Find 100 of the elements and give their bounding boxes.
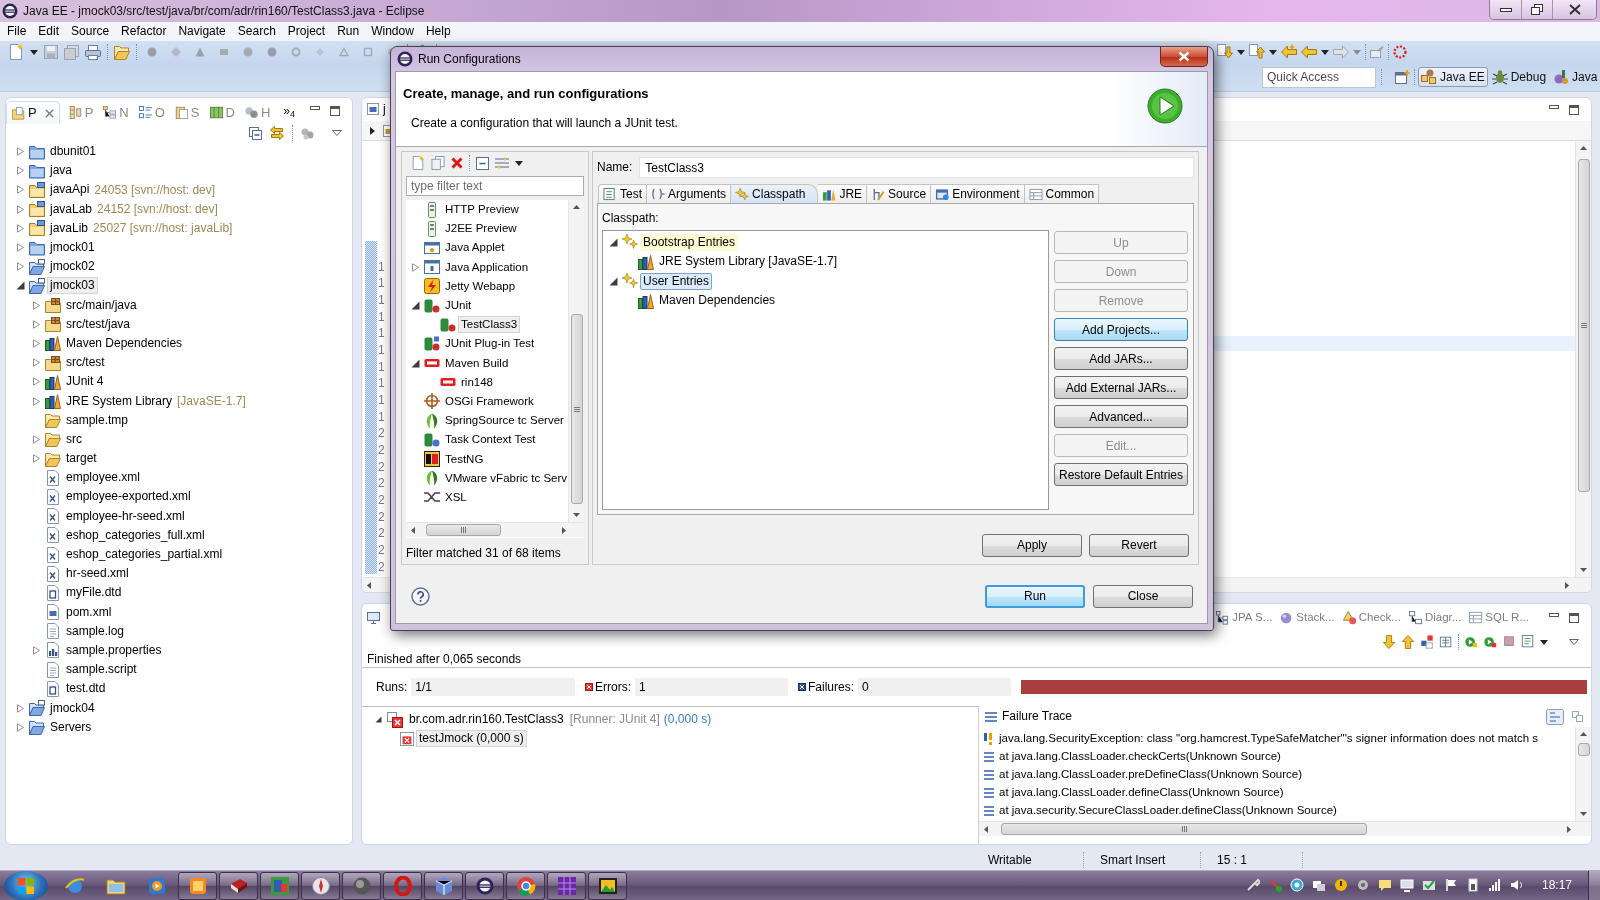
arrow-down-icon[interactable] bbox=[1382, 635, 1396, 649]
tree-item[interactable]: rin148 bbox=[458, 373, 496, 391]
dot-icon[interactable] bbox=[267, 47, 277, 57]
play-icon[interactable] bbox=[146, 875, 167, 896]
vertical-scrollbar[interactable] bbox=[568, 200, 584, 522]
tree-item[interactable]: target bbox=[63, 450, 100, 468]
tree-item[interactable]: employee-exported.xml bbox=[63, 488, 194, 506]
scroll-right-icon[interactable] bbox=[1567, 825, 1571, 833]
tree-item[interactable]: sample.log bbox=[63, 622, 128, 640]
disc-icon[interactable] bbox=[1355, 878, 1370, 893]
monitor-icon[interactable] bbox=[367, 612, 380, 624]
tab[interactable]: Arguments bbox=[647, 184, 732, 203]
scroll-up-icon[interactable] bbox=[573, 205, 580, 209]
expand-icon[interactable] bbox=[32, 319, 41, 329]
side-button[interactable]: Add Projects... bbox=[1054, 318, 1188, 342]
taskbar-button[interactable] bbox=[260, 871, 299, 900]
tree-item[interactable]: JUnit bbox=[442, 297, 475, 315]
folder-icon[interactable] bbox=[114, 44, 130, 60]
view-tab[interactable]: Diagr... bbox=[1408, 611, 1462, 625]
view-tab[interactable]: S bbox=[169, 101, 205, 124]
tree-item[interactable]: Bootstrap Entries bbox=[640, 233, 739, 251]
side-button[interactable]: Restore Default Entries bbox=[1054, 463, 1188, 487]
test-item[interactable]: testJmock (0,000 s) bbox=[416, 730, 527, 748]
tree-item[interactable]: sample.script bbox=[63, 661, 140, 679]
speaker-icon[interactable] bbox=[1509, 878, 1524, 893]
caret-icon[interactable] bbox=[1269, 49, 1277, 55]
stop-icon[interactable] bbox=[1502, 635, 1516, 649]
trace-line[interactable]: java.lang.SecurityException: class "org.hamcrest.TypeSafeMatcher"'s signer information does not match s bbox=[999, 732, 1538, 746]
globe-icon[interactable] bbox=[1289, 878, 1304, 893]
tree-item[interactable]: Java Application bbox=[442, 258, 532, 276]
tree-item[interactable]: Task Context Test bbox=[442, 431, 539, 449]
expand-icon[interactable] bbox=[32, 300, 41, 310]
minimize-button[interactable] bbox=[1490, 0, 1521, 19]
tree-item[interactable]: java bbox=[47, 162, 75, 180]
view-tab[interactable]: H bbox=[239, 101, 276, 124]
menu-item[interactable]: Run bbox=[331, 22, 366, 41]
view-menu-icon[interactable] bbox=[332, 130, 342, 136]
horizontal-scrollbar[interactable] bbox=[979, 821, 1591, 836]
expand-icon[interactable] bbox=[16, 703, 25, 713]
menu-item[interactable]: Source bbox=[65, 22, 116, 41]
trace-line[interactable]: at java.lang.ClassLoader.defineClass(Unknown Source) bbox=[999, 786, 1284, 800]
expand-icon[interactable] bbox=[32, 454, 41, 464]
side-button[interactable]: Add External JARs... bbox=[1054, 376, 1188, 400]
window-plus-icon[interactable] bbox=[1395, 70, 1410, 84]
expand-icon[interactable] bbox=[16, 147, 25, 157]
play-circle-icon[interactable] bbox=[1464, 635, 1478, 649]
tree-item[interactable]: Java Applet bbox=[442, 239, 508, 257]
menu-item[interactable]: Window bbox=[365, 22, 420, 41]
caret-icon[interactable] bbox=[1237, 49, 1245, 55]
wrench-icon[interactable] bbox=[1245, 878, 1260, 893]
collapse-all-icon[interactable] bbox=[476, 156, 489, 170]
perspective-button[interactable]: Debug bbox=[1488, 67, 1550, 87]
tree-item[interactable]: Maven Build bbox=[442, 354, 512, 372]
collapse-icon[interactable] bbox=[411, 358, 420, 368]
scrollbar-thumb[interactable] bbox=[426, 524, 501, 536]
collapse-all-icon[interactable] bbox=[249, 126, 262, 140]
expand-icon[interactable] bbox=[16, 185, 25, 195]
overlapping-windows-icon[interactable] bbox=[1311, 878, 1326, 893]
tree-item[interactable]: JRE System Library bbox=[63, 392, 176, 410]
page-icon[interactable] bbox=[1521, 635, 1535, 649]
dot-icon[interactable] bbox=[243, 47, 253, 57]
collapse-icon[interactable] bbox=[16, 281, 25, 291]
menu-item[interactable]: Refactor bbox=[115, 22, 173, 41]
tree-item[interactable]: jmock03 bbox=[47, 277, 98, 295]
split-view-icon[interactable] bbox=[1546, 708, 1564, 725]
trace-line[interactable]: at java.lang.ClassLoader.checkCerts(Unknown Source) bbox=[999, 750, 1281, 764]
dot-icon[interactable] bbox=[147, 47, 157, 57]
scroll-left-icon[interactable] bbox=[411, 526, 415, 534]
globe-icon[interactable] bbox=[64, 875, 85, 896]
action-button[interactable]: Apply bbox=[982, 534, 1082, 557]
tree-item[interactable]: src/main/java bbox=[63, 296, 140, 314]
minimize-icon[interactable] bbox=[1549, 104, 1559, 109]
caret-icon[interactable] bbox=[1540, 639, 1548, 645]
minimize-icon[interactable] bbox=[310, 106, 320, 110]
tree-item[interactable]: eshop_categories_partial.xml bbox=[63, 546, 226, 564]
taskbar-button[interactable] bbox=[465, 871, 504, 900]
scrollbar-thumb[interactable] bbox=[1577, 159, 1590, 492]
expand-icon[interactable] bbox=[16, 262, 25, 272]
collapse-icon[interactable] bbox=[609, 276, 618, 286]
taskbar-button[interactable] bbox=[424, 871, 463, 900]
expand-icon[interactable] bbox=[16, 223, 25, 233]
tree-item[interactable]: myFile.dtd bbox=[63, 584, 125, 602]
signal-bars-icon[interactable] bbox=[1487, 878, 1502, 893]
delete-icon[interactable] bbox=[451, 157, 463, 169]
tree-item[interactable]: dbunit01 bbox=[47, 143, 100, 161]
vertical-scrollbar[interactable] bbox=[1575, 727, 1591, 821]
tree-item[interactable]: jmock01 bbox=[47, 239, 98, 257]
tree-item[interactable]: src/test/java bbox=[63, 315, 134, 333]
test-suite-item[interactable]: br.com.adr.rin160.TestClass3 bbox=[406, 711, 567, 729]
clock-text[interactable]: 18:17 bbox=[1541, 878, 1572, 893]
tree-item[interactable]: JUnit Plug-in Test bbox=[442, 335, 538, 353]
wand-icon[interactable] bbox=[1267, 878, 1282, 893]
expand-icon[interactable] bbox=[32, 338, 41, 348]
perspective-button[interactable]: Java EE bbox=[1418, 67, 1488, 87]
view-tab[interactable]: P bbox=[6, 101, 60, 124]
tree-item[interactable]: HTTP Preview bbox=[442, 201, 522, 219]
check-icon[interactable] bbox=[1421, 878, 1436, 893]
tab[interactable]: JRE bbox=[818, 184, 868, 203]
scroll-left-icon[interactable] bbox=[984, 825, 988, 833]
view-tab[interactable]: Check... bbox=[1342, 611, 1401, 625]
